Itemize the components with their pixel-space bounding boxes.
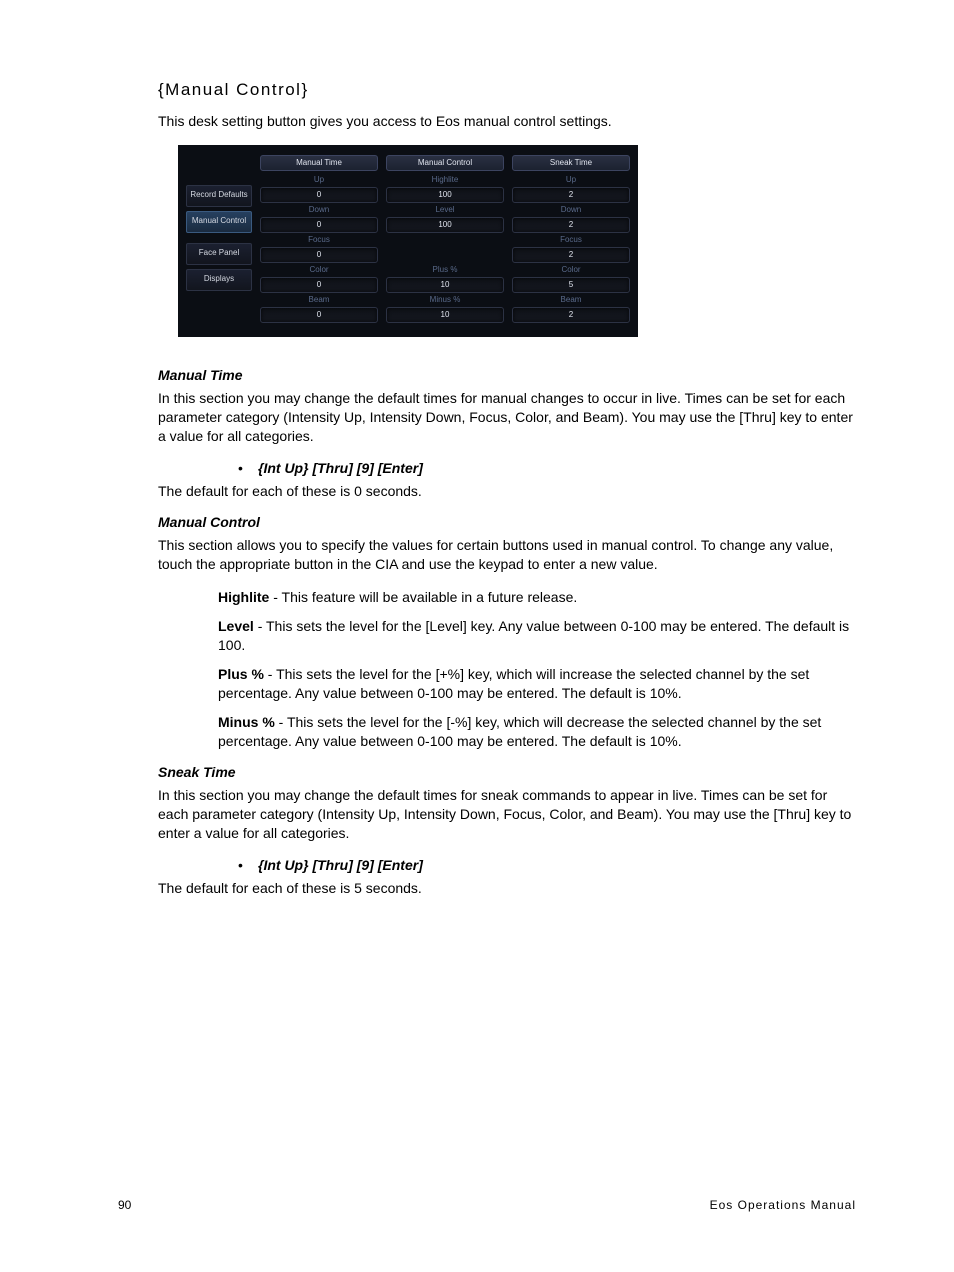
definition-item: Plus % - This sets the level for the [+%… — [218, 665, 856, 703]
sidebar-item-0[interactable]: Record Defaults — [186, 185, 252, 207]
cell-label: Plus % — [386, 265, 504, 275]
sneak-time-example: {Int Up} [Thru] [9] [Enter] — [258, 857, 856, 873]
sidebar-item-1[interactable]: Manual Control — [186, 211, 252, 233]
manual-control-column: Manual Control Highlite 100 Level 100 Plus % 1… — [386, 155, 504, 323]
sneak-time-column: Sneak Time Up 2 Down 2 Focus 2 Color 5 Beam 2 — [512, 155, 630, 323]
manual-control-text: This section allows you to specify the v… — [158, 536, 856, 574]
cell-value[interactable]: 0 — [260, 277, 378, 293]
manual-control-heading: Manual Control — [158, 514, 856, 530]
cell-label: Focus — [512, 235, 630, 245]
cell-value[interactable]: 2 — [512, 307, 630, 323]
manual-time-example: {Int Up} [Thru] [9] [Enter] — [258, 460, 856, 476]
sneak-time-after: The default for each of these is 5 secon… — [158, 879, 856, 898]
settings-sidebar: Record Defaults Manual Control Face Panel D… — [186, 155, 252, 323]
cell-label: Highlite — [386, 175, 504, 185]
cell-label: Level — [386, 205, 504, 215]
cell-value[interactable]: 10 — [386, 277, 504, 293]
cell-label: Down — [260, 205, 378, 215]
sneak-time-text: In this section you may change the defau… — [158, 786, 856, 843]
cell-value[interactable]: 100 — [386, 187, 504, 203]
manual-time-text: In this section you may change the defau… — [158, 389, 856, 446]
cell-label: Color — [260, 265, 378, 275]
page-number: 90 — [118, 1198, 131, 1212]
cell-label: Up — [512, 175, 630, 185]
section-title: {Manual Control} — [158, 80, 856, 100]
cell-label: Color — [512, 265, 630, 275]
page-footer: 90 Eos Operations Manual — [118, 1198, 856, 1212]
cell-value[interactable]: 2 — [512, 187, 630, 203]
cell-value[interactable]: 10 — [386, 307, 504, 323]
manual-time-heading: Manual Time — [158, 367, 856, 383]
cell-value[interactable]: 0 — [260, 187, 378, 203]
cell-label: Beam — [260, 295, 378, 305]
settings-panel: Record Defaults Manual Control Face Panel D… — [178, 145, 638, 337]
doc-title: Eos Operations Manual — [710, 1198, 856, 1212]
definition-item: Minus % - This sets the level for the [-… — [218, 713, 856, 751]
cell-label: Focus — [260, 235, 378, 245]
cell-value[interactable]: 2 — [512, 217, 630, 233]
intro-text: This desk setting button gives you acces… — [158, 112, 856, 131]
manual-time-column: Manual Time Up 0 Down 0 Focus 0 Color 0 Beam 0 — [260, 155, 378, 323]
column-header[interactable]: Manual Time — [260, 155, 378, 171]
cell-value[interactable]: 0 — [260, 247, 378, 263]
cell-label: Down — [512, 205, 630, 215]
definition-item: Highlite - This feature will be availabl… — [218, 588, 856, 607]
manual-time-after: The default for each of these is 0 secon… — [158, 482, 856, 501]
cell-value[interactable]: 100 — [386, 217, 504, 233]
column-header[interactable]: Sneak Time — [512, 155, 630, 171]
cell-value[interactable]: 2 — [512, 247, 630, 263]
cell-value[interactable]: 5 — [512, 277, 630, 293]
sidebar-item-2[interactable]: Face Panel — [186, 243, 252, 265]
column-header[interactable]: Manual Control — [386, 155, 504, 171]
sidebar-item-3[interactable]: Displays — [186, 269, 252, 291]
cell-value[interactable]: 0 — [260, 307, 378, 323]
cell-label: Up — [260, 175, 378, 185]
definition-item: Level - This sets the level for the [Lev… — [218, 617, 856, 655]
cell-value[interactable]: 0 — [260, 217, 378, 233]
cell-label: Beam — [512, 295, 630, 305]
sneak-time-heading: Sneak Time — [158, 764, 856, 780]
cell-label: Minus % — [386, 295, 504, 305]
